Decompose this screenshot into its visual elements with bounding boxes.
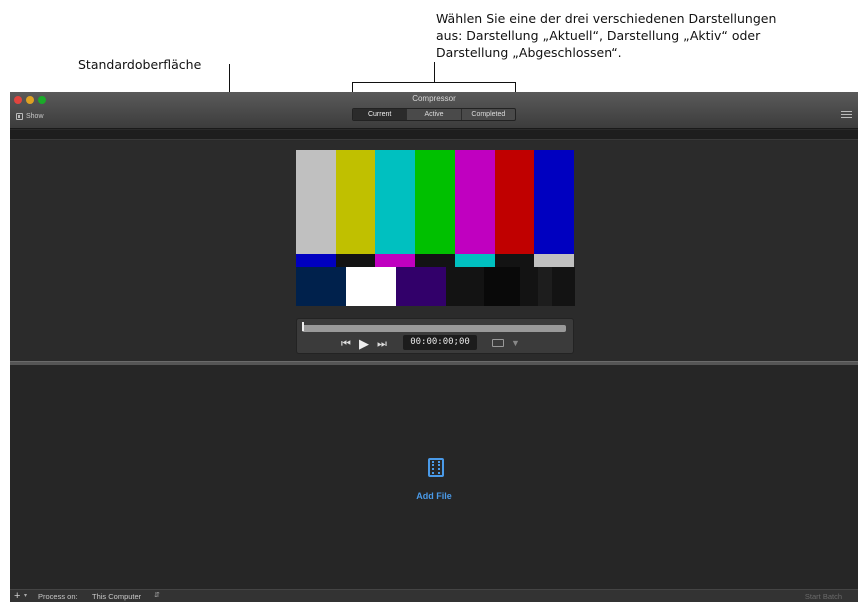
color-bar-castellation	[296, 254, 337, 267]
color-bar-pluge	[296, 267, 347, 306]
color-bar	[375, 150, 416, 254]
timecode-display: 00:00:00;00	[403, 335, 477, 350]
color-bar-castellation	[375, 254, 416, 267]
annotation-line-3: Darstellung „Abgeschlossen“.	[436, 45, 622, 60]
color-bar	[454, 150, 496, 254]
process-on-label: Process on:	[38, 592, 78, 601]
annotation-line-1: Wählen Sie eine der drei verschiedenen D…	[436, 11, 777, 26]
color-bar	[296, 150, 337, 254]
playhead[interactable]	[302, 322, 304, 331]
batch-area: Add File	[10, 365, 858, 589]
add-file-button[interactable]: Add File	[10, 491, 858, 501]
color-bar-pluge	[484, 267, 521, 306]
viewer-pane: ⏮ ▶ ⏭ 00:00:00;00 ▼	[10, 141, 858, 361]
color-bar	[534, 150, 575, 254]
view-segmented-control: Current Active Completed	[352, 108, 516, 121]
annotation-standard-interface: Standardoberfläche	[78, 57, 202, 72]
compressor-window: Compressor Show Current Active Completed…	[10, 92, 858, 602]
bottom-bar: + ▾ Process on: This Computer ⇵ Start Ba…	[10, 589, 858, 602]
add-icon[interactable]: +	[14, 590, 20, 602]
show-sidebar-button[interactable]: Show	[16, 113, 44, 120]
color-bar-castellation	[534, 254, 575, 267]
timeline-scrubber[interactable]	[302, 325, 566, 332]
previous-icon[interactable]: ⏮	[341, 338, 351, 350]
color-bar-castellation	[415, 254, 456, 267]
window-title: Compressor	[412, 94, 456, 103]
color-bar-castellation	[454, 254, 496, 267]
annotation-bracket	[352, 82, 516, 83]
color-bar-castellation	[335, 254, 376, 267]
inspector-toggle-icon[interactable]	[841, 110, 852, 119]
color-bar	[415, 150, 456, 254]
aspect-icon[interactable]	[492, 339, 504, 347]
color-bar	[335, 150, 376, 254]
titlebar: Compressor Show Current Active Completed	[10, 92, 858, 129]
play-icon[interactable]: ▶	[359, 337, 369, 350]
show-label: Show	[26, 113, 44, 120]
color-bar-castellation	[494, 254, 535, 267]
annotation-bracket-left	[352, 82, 353, 92]
tab-completed[interactable]: Completed	[462, 109, 515, 120]
process-on-select[interactable]: This Computer	[92, 592, 141, 601]
color-bar-pluge	[552, 267, 575, 306]
tab-active[interactable]: Active	[407, 109, 462, 120]
marker-icon[interactable]: ▼	[511, 338, 520, 348]
color-bar-pluge	[396, 267, 447, 306]
annotation-view-selection: Wählen Sie eine der drei verschiedenen D…	[436, 10, 846, 61]
transport-controls: ⏮ ▶ ⏭ 00:00:00;00 ▼	[296, 318, 574, 354]
updown-chevron-icon[interactable]: ⇵	[154, 591, 160, 599]
annotation-bracket-right	[515, 82, 516, 92]
next-icon[interactable]: ⏭	[377, 338, 387, 350]
tab-current[interactable]: Current	[353, 109, 408, 120]
annotation-leader-line-right	[434, 62, 435, 82]
toolbar-separator	[10, 130, 858, 140]
start-batch-button[interactable]: Start Batch	[805, 592, 842, 601]
color-bar-pluge	[446, 267, 485, 306]
chevron-down-icon[interactable]: ▾	[24, 592, 27, 599]
annotation-line-2: aus: Darstellung „Aktuell“, Darstellung …	[436, 28, 761, 43]
color-bar-pluge	[346, 267, 397, 306]
color-bar	[494, 150, 535, 254]
sidebar-icon	[16, 113, 23, 120]
annotation-leader-line-left	[229, 64, 230, 92]
color-bar-pluge	[520, 267, 539, 306]
color-bars-preview	[296, 150, 575, 306]
color-bar-pluge	[538, 267, 553, 306]
film-icon[interactable]	[428, 458, 444, 477]
